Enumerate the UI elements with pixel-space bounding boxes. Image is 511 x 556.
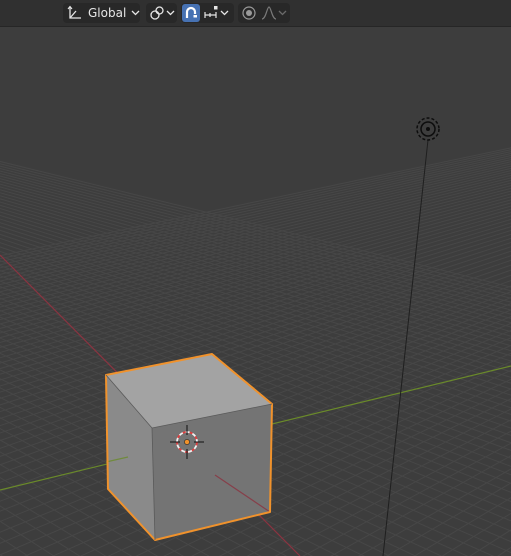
falloff-curve-icon[interactable] xyxy=(261,5,277,21)
chevron-down-icon[interactable] xyxy=(278,10,287,16)
snap-controls xyxy=(181,3,234,23)
3d-viewport[interactable] xyxy=(0,0,511,556)
proportional-editing-controls xyxy=(238,3,290,23)
chevron-down-icon xyxy=(166,10,175,16)
chevron-down-icon xyxy=(131,10,140,16)
proportional-edit-icon[interactable] xyxy=(241,5,257,21)
snap-increment-icon[interactable] xyxy=(203,5,219,21)
orientation-axes-icon xyxy=(66,5,84,21)
pivot-point-icon xyxy=(149,5,165,21)
viewport-header: Global xyxy=(0,0,511,27)
transform-orientation-dropdown[interactable]: Global xyxy=(63,3,140,23)
magnet-icon xyxy=(184,6,198,20)
orientation-value: Global xyxy=(88,6,127,20)
snap-toggle-button[interactable] xyxy=(182,4,200,22)
origin-dot xyxy=(184,439,190,445)
chevron-down-icon[interactable] xyxy=(220,10,229,16)
pivot-point-dropdown[interactable] xyxy=(146,3,177,23)
